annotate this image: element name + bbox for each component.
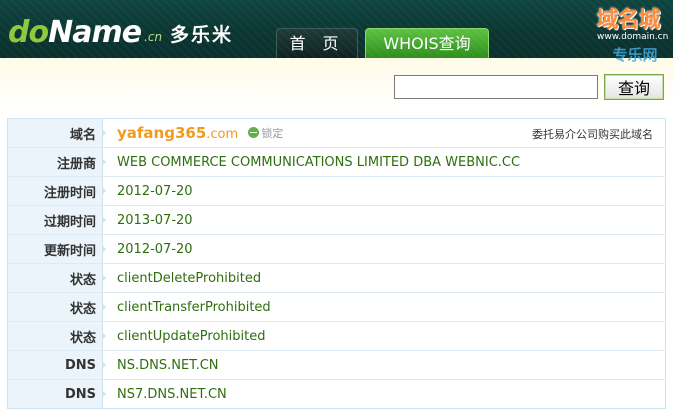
row-label: 更新时间 [7,234,106,264]
whois-info-table: 域名 yafang365.com 锁定 委托易介公司购买此域名 注册商 WEB … [7,118,666,409]
search-button[interactable]: 查询 [604,74,664,100]
brand-chinese-name: 多乐米 [170,24,234,46]
row-label-text: 状态 [69,301,96,317]
row-label-text: DNS [64,357,96,373]
row-label: 注册商 [7,147,106,177]
table-row: 注册商 WEB COMMERCE COMMUNICATIONS LIMITED … [7,147,666,177]
row-value: 2012-07-20 [102,234,666,264]
tab-whois[interactable]: WHOIS查询 [365,28,489,58]
broker-purchase-link[interactable]: 委托易介公司购买此域名 [532,126,653,142]
table-row: 注册时间 2012-07-20 [7,176,666,206]
row-label-text: 更新时间 [43,243,96,259]
row-value: clientTransferProhibited [102,292,666,322]
lock-status: 锁定 [248,125,283,141]
row-label: 状态 [7,263,106,293]
table-row: 更新时间 2012-07-20 [7,234,666,264]
table-row: DNS NS.DNS.NET.CN [7,350,666,380]
row-label-text: 状态 [69,272,96,288]
row-label-text: 过期时间 [43,214,96,230]
logo-part-do: do [8,15,49,50]
row-label: DNS [7,379,106,409]
table-row: 状态 clientTransferProhibited [7,292,666,322]
row-value: WEB COMMERCE COMMUNICATIONS LIMITED DBA … [102,147,666,177]
row-value: 2013-07-20 [102,205,666,235]
row-label: 域名 [7,118,106,148]
domain-value-cell: yafang365.com 锁定 委托易介公司购买此域名 [102,118,666,148]
row-label: 状态 [7,321,106,351]
watermark-title: 域名城 [596,8,660,33]
row-label-text: 域名 [69,127,96,143]
row-value: 2012-07-20 [102,176,666,206]
row-label: 注册时间 [7,176,106,206]
table-row: 域名 yafang365.com 锁定 委托易介公司购买此域名 [7,118,666,148]
top-header: do Name .cn 多乐米 首 页 WHOIS查询 [0,0,673,58]
domain-name: yafang365 [117,124,207,142]
logo-suffix: .cn [144,30,163,44]
row-value: NS7.DNS.NET.CN [117,386,227,402]
logo-part-name: Name [48,15,142,50]
table-row: 状态 clientDeleteProhibited [7,263,666,293]
row-label-text: DNS [64,386,96,402]
table-row: 过期时间 2013-07-20 [7,205,666,235]
row-label-text: 注册商 [56,156,96,172]
doname-logo[interactable]: do Name .cn [8,6,162,50]
row-label-text: 注册时间 [43,185,96,201]
row-value: clientDeleteProhibited [102,263,666,293]
tab-home[interactable]: 首 页 [276,28,358,58]
watermark-subtitle: 专乐网 [612,46,658,64]
lock-label: 锁定 [261,126,284,140]
domain-tld: .com [206,127,239,142]
watermark: 域名城 www.domain.cn 专乐网 [595,2,669,66]
lock-icon [248,127,260,138]
row-label: 过期时间 [7,205,106,235]
watermark-url: www.domain.cn [597,32,669,42]
row-label-text: 状态 [69,330,96,346]
table-row: DNS NS7.DNS.NET.CN [7,379,666,409]
row-label: DNS [7,350,106,380]
row-label: 状态 [7,292,106,322]
row-value: clientUpdateProhibited [102,321,666,351]
row-value: NS.DNS.NET.CN [102,350,666,380]
table-row: 状态 clientUpdateProhibited [7,321,666,351]
whois-search-input[interactable] [394,75,598,99]
